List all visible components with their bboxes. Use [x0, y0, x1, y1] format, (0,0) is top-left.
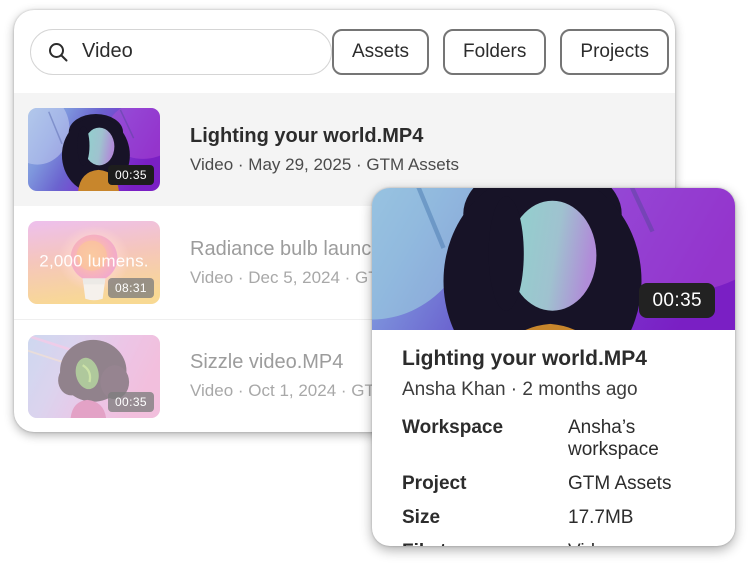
duration-badge: 00:35 [639, 283, 715, 318]
duration-badge: 08:31 [108, 278, 154, 298]
result-meta: Video · May 29, 2025 · GTM Assets [190, 155, 459, 175]
detail-field-value: Video [568, 541, 711, 546]
asset-detail-card: 00:35 Lighting your world.MP4 Ansha Khan… [372, 188, 735, 546]
detail-title: Lighting your world.MP4 [402, 347, 711, 371]
detail-field-label: File type [402, 541, 568, 546]
detail-field-value: Ansha’s workspace [568, 417, 711, 461]
result-text: Lighting your world.MP4 Video · May 29, … [190, 125, 459, 175]
detail-field-label: Workspace [402, 417, 568, 461]
search-input[interactable] [82, 40, 315, 63]
detail-fields: Workspace Ansha’s workspace Project GTM … [402, 417, 711, 546]
duration-badge: 00:35 [108, 392, 154, 412]
detail-field-value: 17.7MB [568, 507, 711, 529]
detail-field-label: Project [402, 473, 568, 495]
thumbnail-overlay-text: 2,000 lumens. [28, 251, 160, 271]
video-thumbnail[interactable]: 2,000 lumens. 08:31 [28, 221, 160, 304]
filter-projects-button[interactable]: Projects [560, 29, 669, 75]
video-thumbnail[interactable]: 00:35 [28, 108, 160, 191]
video-thumbnail[interactable]: 00:35 [28, 335, 160, 418]
search-bar[interactable] [30, 29, 332, 75]
result-title: Lighting your world.MP4 [190, 125, 459, 148]
search-toolbar: Assets Folders Projects [14, 10, 675, 93]
detail-field-label: Size [402, 507, 568, 529]
filter-folders-button[interactable]: Folders [443, 29, 546, 75]
duration-badge: 00:35 [108, 165, 154, 185]
search-overlay: Assets Folders Projects [0, 0, 750, 563]
detail-video-preview[interactable]: 00:35 [372, 188, 735, 330]
filter-assets-button[interactable]: Assets [332, 29, 429, 75]
detail-field-value: GTM Assets [568, 473, 711, 495]
filter-button-group: Assets Folders Projects [332, 29, 669, 75]
search-icon [47, 41, 69, 63]
detail-byline: Ansha Khan · 2 months ago [402, 379, 711, 401]
detail-card-body: Lighting your world.MP4 Ansha Khan · 2 m… [372, 330, 735, 546]
